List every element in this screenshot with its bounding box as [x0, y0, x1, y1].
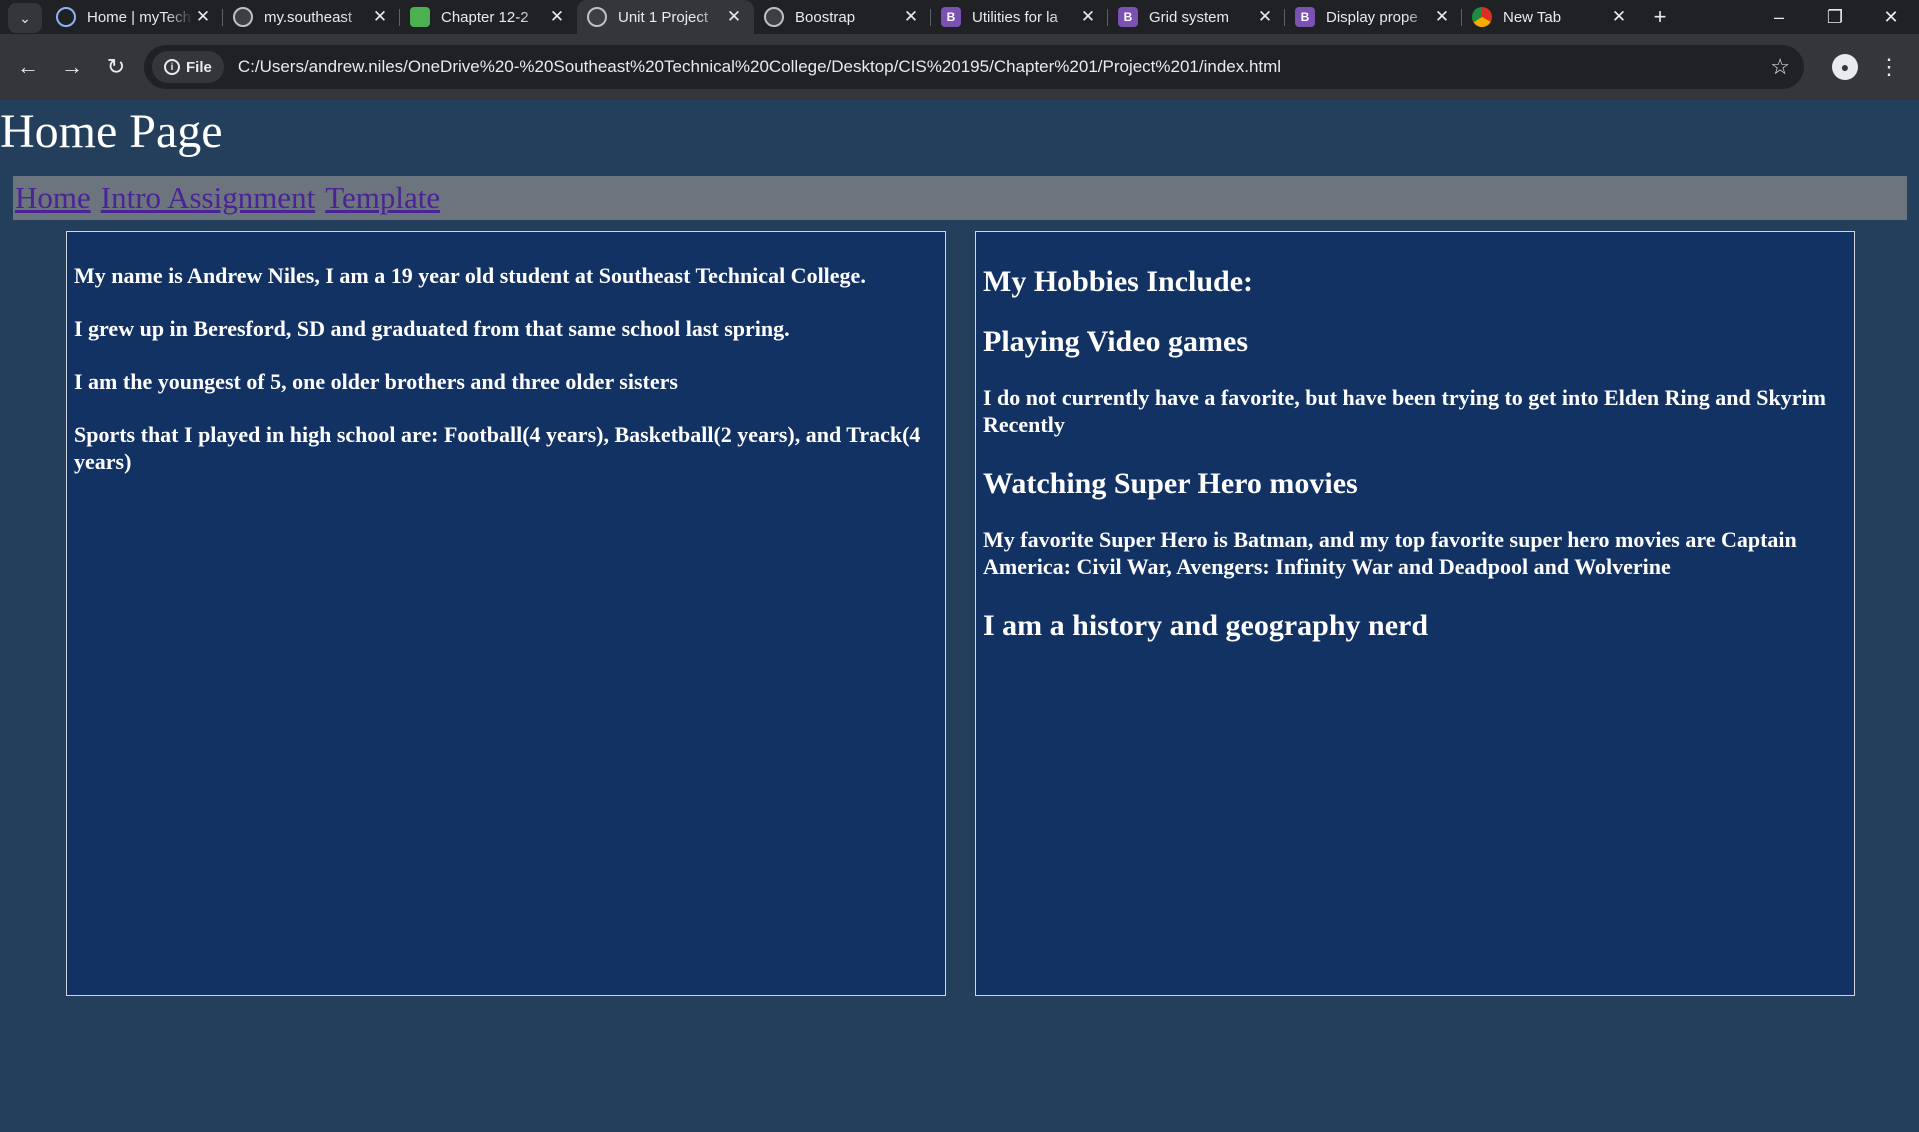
web-page: Home Page Home Intro Assignment Template… — [0, 100, 1919, 1132]
minimize-icon[interactable]: – — [1751, 7, 1807, 28]
hobby-history-title: I am a history and geography nerd — [983, 609, 1429, 642]
tab-my-southeast[interactable]: my.southeast ✕ — [223, 0, 400, 34]
new-tab-plus-icon[interactable]: + — [1645, 4, 1675, 30]
reload-icon[interactable]: ↻ — [94, 54, 138, 80]
hobby-movies-title: Watching Super Hero movies — [983, 467, 1358, 500]
tab-title: Unit 1 Project — [618, 8, 709, 26]
tab-title: New Tab — [1503, 8, 1562, 26]
page-title: Home Page — [0, 105, 223, 158]
intro-paragraph: My name is Andrew Niles, I am a 19 year … — [74, 263, 866, 288]
address-bar[interactable]: i File C:/Users/andrew.niles/OneDrive%20… — [144, 45, 1804, 89]
tab-strip: ⌄ Home | myTech ✕ my.southeast ✕ Chapter… — [0, 0, 1919, 34]
green-shield-icon — [410, 7, 430, 27]
forward-arrow-icon[interactable]: → — [50, 54, 94, 80]
tab-title: Utilities for la — [972, 8, 1058, 26]
close-icon[interactable]: ✕ — [193, 7, 213, 27]
hobbies-heading: My Hobbies Include: — [983, 265, 1254, 298]
browser-toolbar: ← → ↻ i File C:/Users/andrew.niles/OneDr… — [0, 34, 1919, 100]
tab-title: Display prope — [1326, 8, 1418, 26]
tab-title: Home | myTech — [87, 8, 191, 26]
chrome-icon — [1472, 7, 1492, 27]
nav-link-intro-assignment[interactable]: Intro Assignment — [101, 180, 315, 216]
tab-unit-1-project[interactable]: Unit 1 Project ✕ — [577, 0, 754, 34]
globe-icon — [233, 7, 253, 27]
tab-grid-system[interactable]: B Grid system ✕ — [1108, 0, 1285, 34]
hometown-paragraph: I grew up in Beresford, SD and graduated… — [74, 316, 790, 341]
tab-boostrap[interactable]: Boostrap ✕ — [754, 0, 931, 34]
close-icon[interactable]: ✕ — [370, 7, 390, 27]
url-text[interactable]: C:/Users/andrew.niles/OneDrive%20-%20Sou… — [238, 57, 1770, 77]
sports-paragraph: Sports that I played in high school are:… — [74, 422, 921, 474]
tab-home-mytech[interactable]: Home | myTech ✕ — [46, 0, 223, 34]
tab-new-tab[interactable]: New Tab ✕ — [1462, 0, 1639, 34]
nav-link-home[interactable]: Home — [15, 180, 91, 216]
window-controls: – ❐ ✕ — [1751, 7, 1919, 28]
nav-link-template[interactable]: Template — [325, 180, 440, 216]
close-icon[interactable]: ✕ — [547, 7, 567, 27]
hobby-video-games-text: I do not currently have a favorite, but … — [983, 385, 1826, 437]
site-info-chip[interactable]: i File — [152, 51, 224, 83]
tab-utilities[interactable]: B Utilities for la ✕ — [931, 0, 1108, 34]
restore-icon[interactable]: ❐ — [1807, 7, 1863, 28]
globe-icon — [587, 7, 607, 27]
about-me-column: My name is Andrew Niles, I am a 19 year … — [66, 231, 946, 996]
bootstrap-icon: B — [1118, 7, 1138, 27]
tab-title: my.southeast — [264, 8, 353, 26]
globe-icon — [764, 7, 784, 27]
profile-avatar-icon[interactable]: ● — [1832, 54, 1858, 80]
bootstrap-icon: B — [1295, 7, 1315, 27]
tab-title: Chapter 12-2 — [441, 8, 529, 26]
close-window-icon[interactable]: ✕ — [1863, 7, 1919, 28]
file-chip-label: File — [186, 58, 212, 76]
info-icon: i — [164, 59, 180, 75]
bootstrap-icon: B — [941, 7, 961, 27]
tab-title: Grid system — [1149, 8, 1230, 26]
close-icon[interactable]: ✕ — [901, 7, 921, 27]
back-arrow-icon[interactable]: ← — [6, 54, 50, 80]
tab-title: Boostrap — [795, 8, 856, 26]
tab-display-property[interactable]: B Display prope ✕ — [1285, 0, 1462, 34]
menu-kebab-icon[interactable]: ⋮ — [1878, 54, 1900, 80]
site-navbar: Home Intro Assignment Template — [13, 176, 1907, 220]
progress-icon — [56, 7, 76, 27]
close-icon[interactable]: ✕ — [1609, 7, 1629, 27]
close-icon[interactable]: ✕ — [1255, 7, 1275, 27]
close-icon[interactable]: ✕ — [1078, 7, 1098, 27]
close-icon[interactable]: ✕ — [1432, 7, 1452, 27]
chevron-down-icon: ⌄ — [19, 9, 31, 26]
hobbies-column: My Hobbies Include: Playing Video games … — [975, 231, 1855, 996]
close-icon[interactable]: ✕ — [724, 7, 744, 27]
family-paragraph: I am the youngest of 5, one older brothe… — [74, 369, 678, 394]
tab-search-button[interactable]: ⌄ — [8, 3, 42, 33]
hobby-video-games-title: Playing Video games — [983, 325, 1249, 358]
tab-chapter-12[interactable]: Chapter 12-2 ✕ — [400, 0, 577, 34]
hobby-movies-text: My favorite Super Hero is Batman, and my… — [983, 527, 1797, 579]
bookmark-star-icon[interactable]: ☆ — [1770, 54, 1790, 80]
